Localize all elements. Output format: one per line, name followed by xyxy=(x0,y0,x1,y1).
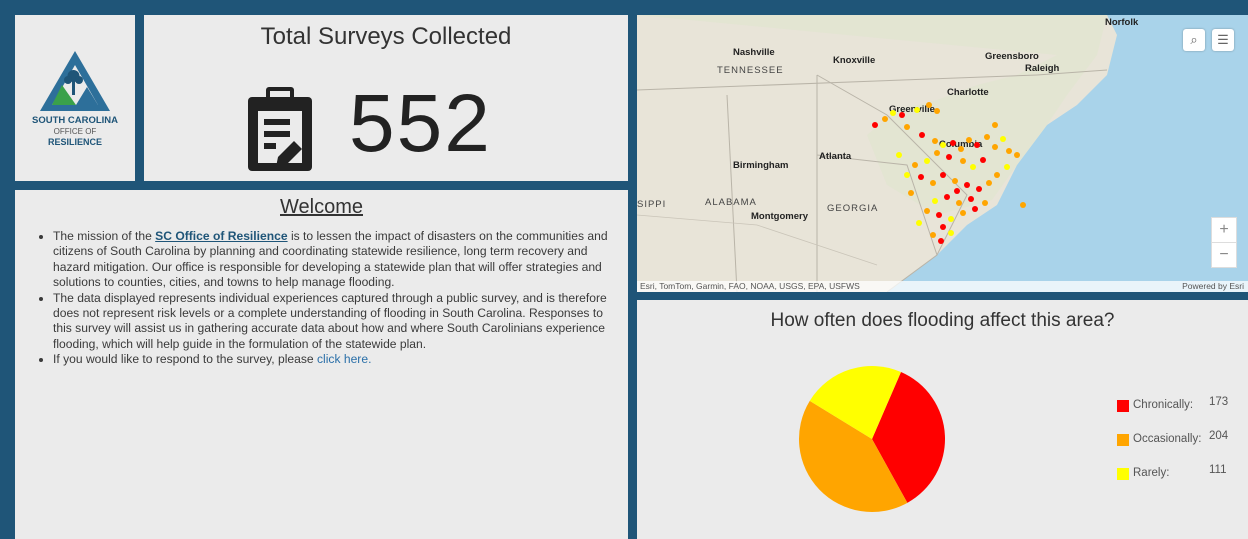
legend-swatch xyxy=(1117,400,1129,412)
mission-text-start: The mission of the xyxy=(53,229,156,243)
legend-swatch xyxy=(1117,434,1129,446)
attribution-text[interactable]: Esri, TomTom, Garmin, FAO, NOAA, USGS, E… xyxy=(640,281,860,292)
welcome-list: The mission of the SC Office of Resilien… xyxy=(15,229,622,368)
pie-chart[interactable] xyxy=(637,300,1248,539)
logo-title: SOUTH CAROLINA xyxy=(31,114,119,126)
map-view[interactable]: Norfolk Nashville Knoxville Greensboro R… xyxy=(637,15,1248,292)
logo-panel: SOUTH CAROLINA OFFICE OF RESILIENCE xyxy=(15,15,135,181)
logo-name: RESILIENCE xyxy=(47,136,102,147)
sc-resilience-logo-icon xyxy=(40,50,110,111)
survey-link[interactable]: click here. xyxy=(317,352,371,366)
legend-label: Chronically: xyxy=(1133,399,1194,411)
survey-prompt-text: If you would like to respond to the surv… xyxy=(53,352,317,367)
zoom-in-button[interactable]: + xyxy=(1211,217,1237,243)
layer-list-icon[interactable]: ☰ xyxy=(1212,29,1234,51)
legend-value: 111 xyxy=(1209,464,1227,476)
legend-label: Rarely: xyxy=(1133,467,1170,479)
clipboard-icon xyxy=(248,87,312,171)
powered-by-text[interactable]: Powered by Esri xyxy=(1182,281,1244,292)
survey-count-panel: Total Surveys Collected 552 xyxy=(144,15,628,181)
flood-frequency-chart-panel: How often does flooding affect this area… xyxy=(637,300,1248,539)
list-item: If you would like to respond to the surv… xyxy=(53,352,622,367)
data-disclaimer-text: The data displayed represents individual… xyxy=(53,290,607,351)
welcome-title: Welcome xyxy=(280,196,363,218)
zoom-out-button[interactable]: − xyxy=(1211,242,1237,268)
list-item: The mission of the SC Office of Resilien… xyxy=(53,229,622,291)
sc-office-link[interactable]: SC Office of Resilience xyxy=(155,229,287,243)
legend-swatch xyxy=(1117,468,1129,480)
survey-count-title: Total Surveys Collected xyxy=(260,23,512,50)
map-attribution: Esri, TomTom, Garmin, FAO, NOAA, USGS, E… xyxy=(637,281,1248,292)
search-icon[interactable]: ⌕ xyxy=(1183,29,1205,51)
logo-subtitle: OFFICE OF xyxy=(53,126,97,136)
legend-value: 173 xyxy=(1209,396,1229,408)
welcome-panel: Welcome The mission of the SC Office of … xyxy=(15,190,628,539)
legend-label: Occasionally: xyxy=(1133,433,1202,445)
legend-value: 204 xyxy=(1209,430,1229,442)
survey-points-layer[interactable] xyxy=(637,15,1248,292)
list-item: The data displayed represents individual… xyxy=(53,291,622,353)
survey-count-value: 552 xyxy=(349,78,492,169)
